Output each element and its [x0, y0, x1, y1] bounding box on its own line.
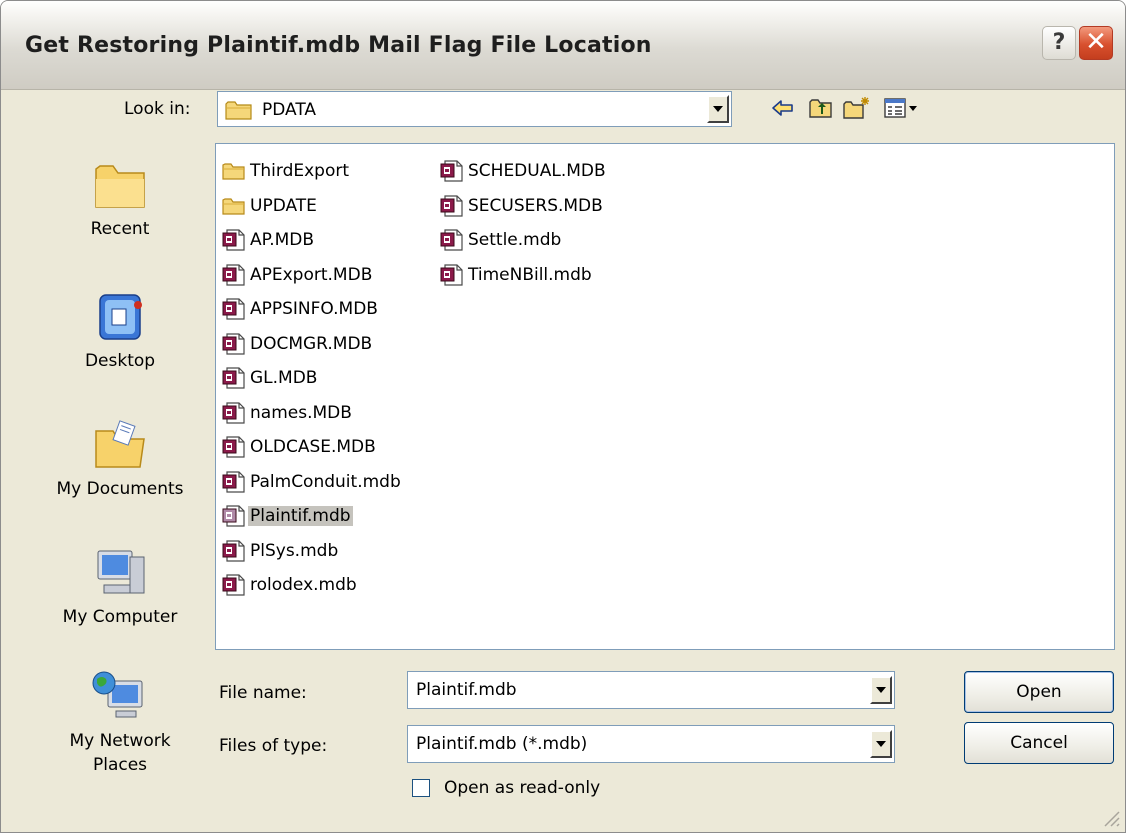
- file-item-name: AP.MDB: [250, 230, 315, 251]
- dialog-title: Get Restoring Plaintif.mdb Mail Flag Fil…: [25, 33, 652, 58]
- file-name-combo[interactable]: Plaintif.mdb: [407, 671, 895, 709]
- file-item-name: SECUSERS.MDB: [468, 195, 603, 216]
- file-item[interactable]: PalmConduit.mdb: [222, 465, 403, 500]
- recent-folder-icon: [95, 165, 145, 208]
- open-button[interactable]: Open: [964, 671, 1114, 713]
- new-folder-icon[interactable]: [843, 95, 871, 121]
- file-item-name: OLDCASE.MDB: [250, 437, 376, 458]
- file-list-column-1: ThirdExport UPDATE AP.MDB APExport.MDB APPSI…: [222, 154, 403, 603]
- file-item-name: UPDATE: [250, 195, 317, 216]
- file-item[interactable]: OLDCASE.MDB: [222, 430, 403, 465]
- file-item[interactable]: Plaintif.mdb: [222, 499, 403, 534]
- file-item[interactable]: PlSys.mdb: [222, 534, 403, 569]
- file-item-name: APExport.MDB: [250, 264, 373, 285]
- file-item[interactable]: AP.MDB: [222, 223, 403, 258]
- file-item[interactable]: DOCMGR.MDB: [222, 327, 403, 362]
- file-name-input[interactable]: Plaintif.mdb: [416, 680, 517, 700]
- file-item[interactable]: SCHEDUAL.MDB: [440, 154, 608, 189]
- read-only-label: Open as read-only: [444, 778, 601, 798]
- folder-icon: [222, 198, 245, 215]
- places-my-documents[interactable]: My Documents: [45, 417, 195, 501]
- file-item[interactable]: ThirdExport: [222, 154, 403, 189]
- my-computer-icon: [97, 550, 145, 594]
- look-in-dropdown-arrow[interactable]: [707, 95, 729, 123]
- places-my-network-label: My Network Places: [69, 731, 171, 775]
- my-documents-icon: [95, 420, 145, 468]
- resize-grip-icon[interactable]: [1099, 806, 1121, 828]
- folder-icon: [225, 101, 252, 120]
- open-file-dialog: Get Restoring Plaintif.mdb Mail Flag Fil…: [0, 0, 1126, 833]
- access-database-icon: [440, 160, 463, 182]
- file-item-name: PalmConduit.mdb: [250, 471, 401, 492]
- file-item[interactable]: APPSINFO.MDB: [222, 292, 403, 327]
- access-database-icon: [222, 367, 245, 389]
- file-item[interactable]: rolodex.mdb: [222, 568, 403, 603]
- network-places-icon: [92, 671, 143, 718]
- file-item-name: DOCMGR.MDB: [250, 333, 373, 354]
- access-database-icon: [222, 436, 245, 458]
- file-item[interactable]: SECUSERS.MDB: [440, 189, 608, 224]
- help-button[interactable]: ?: [1042, 26, 1076, 60]
- places-my-computer-label: My Computer: [62, 607, 178, 627]
- places-my-computer[interactable]: My Computer: [45, 545, 195, 629]
- file-item[interactable]: GL.MDB: [222, 361, 403, 396]
- title-bar: Get Restoring Plaintif.mdb Mail Flag Fil…: [1, 1, 1125, 90]
- file-item-name: TimeNBill.mdb: [468, 264, 592, 285]
- folder-icon: [222, 163, 245, 180]
- cancel-button[interactable]: Cancel: [964, 722, 1114, 764]
- file-item-name: Plaintif.mdb: [248, 506, 353, 527]
- file-item-name: names.MDB: [250, 402, 352, 423]
- back-arrow-icon[interactable]: [769, 95, 797, 121]
- files-of-type-value: Plaintif.mdb (*.mdb): [416, 734, 588, 754]
- access-database-icon: [222, 402, 245, 424]
- access-database-icon: [222, 505, 245, 527]
- file-item[interactable]: names.MDB: [222, 396, 403, 431]
- file-item-name: GL.MDB: [250, 368, 318, 389]
- views-menu-icon[interactable]: [881, 95, 921, 121]
- file-item-name: ThirdExport: [250, 161, 350, 182]
- access-database-icon: [222, 574, 245, 596]
- places-desktop-label: Desktop: [84, 351, 156, 371]
- look-in-label: Look in:: [124, 99, 191, 119]
- places-my-documents-label: My Documents: [56, 479, 184, 499]
- file-name-dropdown-arrow[interactable]: [870, 676, 892, 704]
- up-one-level-icon[interactable]: [807, 95, 835, 121]
- file-item[interactable]: UPDATE: [222, 189, 403, 224]
- access-database-icon: [222, 333, 245, 355]
- access-database-icon: [440, 229, 463, 251]
- access-database-icon: [440, 195, 463, 217]
- file-name-label: File name:: [219, 683, 307, 703]
- file-item-name: rolodex.mdb: [250, 575, 357, 596]
- access-database-icon: [222, 229, 245, 251]
- file-item-name: Settle.mdb: [468, 230, 562, 251]
- read-only-checkbox[interactable]: [412, 779, 430, 797]
- look-in-combo[interactable]: PDATA: [217, 91, 732, 127]
- access-database-icon: [222, 298, 245, 320]
- files-of-type-label: Files of type:: [219, 736, 328, 756]
- files-of-type-combo[interactable]: Plaintif.mdb (*.mdb): [407, 725, 895, 763]
- file-item-name: SCHEDUAL.MDB: [468, 161, 606, 182]
- places-my-network[interactable]: My Network Places: [45, 669, 195, 777]
- access-database-icon: [222, 540, 245, 562]
- places-recent[interactable]: Recent: [45, 157, 195, 241]
- desktop-icon: [99, 294, 142, 340]
- access-database-icon: [222, 264, 245, 286]
- look-in-value: PDATA: [262, 100, 317, 120]
- places-recent-label: Recent: [90, 219, 150, 239]
- file-list-column-2: SCHEDUAL.MDB SECUSERS.MDB Settle.mdb TimeNB…: [440, 154, 608, 292]
- places-desktop[interactable]: Desktop: [45, 289, 195, 373]
- files-of-type-dropdown-arrow[interactable]: [870, 730, 892, 758]
- access-database-icon: [222, 471, 245, 493]
- file-item[interactable]: Settle.mdb: [440, 223, 608, 258]
- close-button[interactable]: ✕: [1079, 26, 1113, 60]
- file-item[interactable]: TimeNBill.mdb: [440, 258, 608, 293]
- file-list[interactable]: ThirdExport UPDATE AP.MDB APExport.MDB APPSI…: [215, 143, 1115, 650]
- file-item-name: PlSys.mdb: [250, 540, 339, 561]
- access-database-icon: [440, 264, 463, 286]
- file-item[interactable]: APExport.MDB: [222, 258, 403, 293]
- file-item-name: APPSINFO.MDB: [250, 299, 378, 320]
